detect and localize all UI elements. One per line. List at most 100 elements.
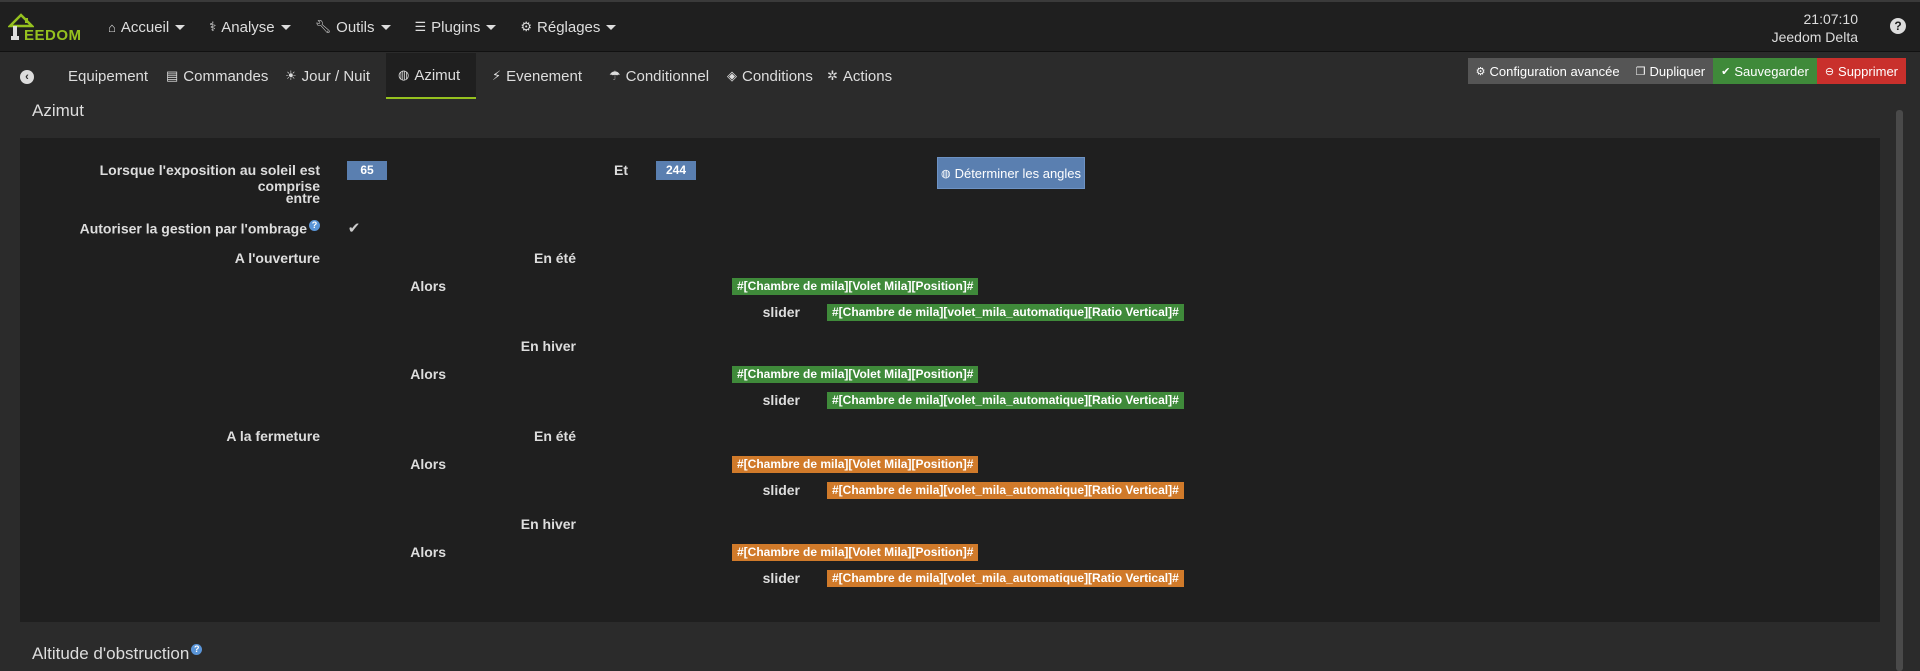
azimut-section-title: Azimut	[32, 101, 84, 120]
closing-winter-position-cmd[interactable]: #[Chambre de mila][Volet Mila][Position]…	[732, 544, 979, 561]
back-arrow-icon[interactable]: ‹	[20, 70, 34, 84]
globe-icon: ◍	[940, 167, 951, 180]
tab-label: Azimut	[414, 66, 461, 84]
tab-label: Evenement	[506, 67, 583, 85]
then-label: Alors	[410, 544, 446, 560]
main-menu: ⌂ Accueil ⚕ Analyse 🔧︎ Outils ☰ Plugins …	[96, 2, 628, 52]
max-angle-value[interactable]: 244	[656, 161, 696, 180]
copy-icon: ❐	[1635, 65, 1646, 78]
slider-label: slider	[762, 392, 800, 408]
menu-label: Réglages	[537, 18, 601, 36]
clock: 21:07:10 Jeedom Delta	[1772, 10, 1858, 46]
gears-icon: ⚙	[520, 19, 533, 34]
then-label: Alors	[410, 366, 446, 382]
obstruction-section-title: Altitude d'obstruction?	[32, 644, 203, 664]
compass-icon: ◍	[398, 67, 410, 82]
list-icon: ☰	[414, 19, 427, 34]
tab-conditionnel[interactable]: ☂ Conditionnel	[597, 53, 721, 99]
minus-circle-icon: ⊖	[1824, 65, 1835, 78]
button-label: Dupliquer	[1649, 63, 1706, 79]
tab-conditions[interactable]: ◈ Conditions	[715, 53, 825, 99]
delete-button[interactable]: ⊖ Supprimer	[1816, 58, 1906, 84]
caret-down-icon	[280, 24, 291, 30]
caret-down-icon	[606, 24, 617, 30]
menu-label: Plugins	[431, 18, 481, 36]
slider-label: slider	[762, 570, 800, 586]
tab-actions[interactable]: ✲ Actions	[815, 53, 904, 99]
opening-winter-label: En hiver	[520, 338, 576, 354]
slider-label: slider	[762, 482, 800, 498]
help-icon[interactable]: ?	[1890, 18, 1906, 34]
opening-summer-position-cmd[interactable]: #[Chambre de mila][Volet Mila][Position]…	[732, 278, 979, 295]
list-alt-icon: ▤	[166, 68, 179, 83]
shade-checkbox[interactable]: ✔	[346, 221, 362, 237]
tab-evenement[interactable]: ⚡︎ Evenement	[480, 53, 594, 99]
closing-summer-label: En été	[533, 428, 576, 444]
action-buttons: ⚙ Configuration avancée ❐ Dupliquer ✔ Sa…	[1467, 58, 1906, 84]
menu-analyse[interactable]: ⚕ Analyse	[197, 2, 302, 52]
jeedom-logo[interactable]: EEDOM	[6, 10, 81, 44]
info-icon[interactable]: ?	[309, 220, 320, 231]
save-button[interactable]: ✔ Sauvegarder	[1713, 58, 1817, 84]
opening-winter-position-cmd[interactable]: #[Chambre de mila][Volet Mila][Position]…	[732, 366, 979, 383]
shade-label-text: Autoriser la gestion par l'ombrage	[79, 220, 307, 237]
exposure-label-between: entre	[285, 190, 320, 206]
closing-summer-ratio-cmd[interactable]: #[Chambre de mila][volet_mila_automatiqu…	[827, 482, 1184, 499]
opening-summer-ratio-cmd[interactable]: #[Chambre de mila][volet_mila_automatiqu…	[827, 304, 1184, 321]
info-icon[interactable]: ?	[191, 644, 203, 656]
caret-down-icon	[486, 24, 497, 30]
obstruction-title-text: Altitude d'obstruction	[32, 644, 190, 663]
tab-equipement[interactable]: Equipement	[56, 53, 160, 99]
umbrella-icon: ☂	[609, 68, 621, 83]
closing-winter-label: En hiver	[520, 516, 576, 532]
tabs-bar: ‹ Equipement ▤ Commandes ☀ Jour / Nuit ◍…	[0, 53, 1920, 99]
menu-outils[interactable]: 🔧︎ Outils	[303, 2, 403, 52]
stethoscope-icon: ⚕	[209, 19, 217, 34]
user-name[interactable]: Jeedom Delta	[1772, 28, 1858, 46]
cogs-icon: ⚙	[1475, 65, 1486, 78]
cog-icon: ✲	[827, 68, 838, 83]
then-label: Alors	[410, 456, 446, 472]
wrench-icon: 🔧︎	[314, 19, 332, 34]
button-label: Configuration avancée	[1489, 63, 1620, 79]
closing-winter-ratio-cmd[interactable]: #[Chambre de mila][volet_mila_automatiqu…	[827, 570, 1184, 587]
determine-angles-button[interactable]: ◍ Déterminer les angles	[937, 157, 1085, 189]
menu-reglages[interactable]: ⚙ Réglages	[508, 2, 628, 52]
vertical-scrollbar[interactable]	[1896, 110, 1903, 671]
button-label: Déterminer les angles	[954, 165, 1082, 181]
menu-label: Accueil	[120, 18, 170, 36]
check-circle-icon: ✔	[1721, 65, 1731, 78]
opening-winter-ratio-cmd[interactable]: #[Chambre de mila][volet_mila_automatiqu…	[827, 392, 1184, 409]
menu-accueil[interactable]: ⌂ Accueil	[96, 2, 197, 52]
shade-label: Autoriser la gestion par l'ombrage?	[40, 220, 320, 237]
min-angle-value[interactable]: 65	[347, 161, 387, 180]
tab-commandes[interactable]: ▤ Commandes	[154, 53, 280, 99]
menu-plugins[interactable]: ☰ Plugins	[403, 2, 509, 52]
menu-label: Analyse	[221, 18, 275, 36]
tab-label: Conditions	[742, 67, 813, 85]
tab-jour-nuit[interactable]: ☀ Jour / Nuit	[273, 53, 382, 99]
caret-down-icon	[380, 24, 391, 30]
logo-text: EEDOM	[24, 27, 82, 44]
menu-label: Outils	[336, 18, 375, 36]
and-label: Et	[614, 162, 628, 178]
tab-label: Equipement	[68, 67, 149, 85]
opening-label: A l'ouverture	[234, 250, 320, 266]
bolt-icon: ⚡︎	[492, 68, 502, 83]
tab-label: Commandes	[183, 67, 269, 85]
button-label: Sauvegarder	[1734, 63, 1809, 79]
top-navbar: EEDOM ⌂ Accueil ⚕ Analyse 🔧︎ Outils ☰ Pl…	[0, 0, 1920, 52]
clock-time: 21:07:10	[1803, 11, 1859, 27]
caret-down-icon	[175, 24, 186, 30]
tab-label: Actions	[842, 67, 893, 85]
tab-label: Jour / Nuit	[301, 67, 371, 85]
tab-azimut[interactable]: ◍ Azimut	[386, 53, 476, 99]
sun-icon: ☀	[285, 68, 297, 83]
tab-label: Conditionnel	[625, 67, 710, 85]
advanced-config-button[interactable]: ⚙ Configuration avancée	[1467, 58, 1628, 84]
closing-summer-position-cmd[interactable]: #[Chambre de mila][Volet Mila][Position]…	[732, 456, 979, 473]
duplicate-button[interactable]: ❐ Dupliquer	[1627, 58, 1714, 84]
opening-summer-label: En été	[533, 250, 576, 266]
closing-label: A la fermeture	[226, 428, 320, 444]
home-icon: ⌂	[108, 19, 116, 35]
